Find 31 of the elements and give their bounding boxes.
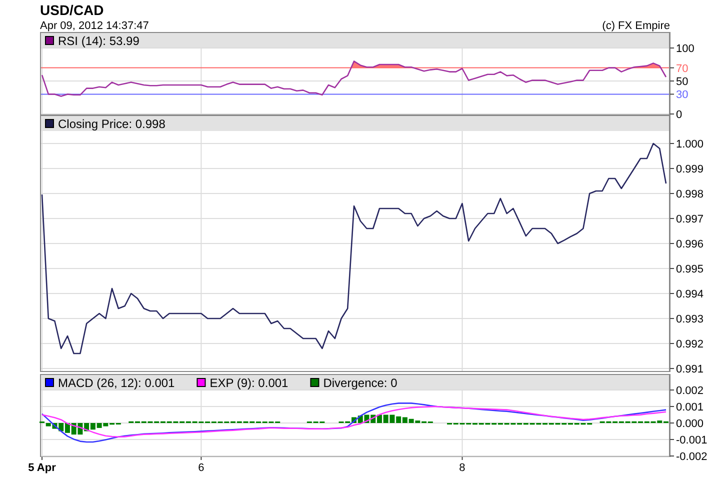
legend-label: Closing Price: 0.998 bbox=[58, 117, 166, 131]
chart-title: USD/CAD bbox=[40, 2, 104, 18]
axis-label: 100 bbox=[676, 43, 694, 55]
axis-label: 0.991 bbox=[676, 364, 704, 376]
axis-label: 0.995 bbox=[676, 264, 704, 276]
axis-label: -0.002 bbox=[676, 451, 708, 463]
axis-label: 0.992 bbox=[676, 338, 704, 350]
timestamp: Apr 09, 2012 14:37:47 bbox=[40, 20, 149, 32]
axis-label: 0.002 bbox=[676, 385, 704, 397]
legend-label: MACD (26, 12): 0.001 bbox=[58, 376, 175, 390]
axis-label: 0.000 bbox=[676, 418, 704, 430]
reference-label: 30 bbox=[676, 89, 688, 102]
axis-label: -0.001 bbox=[676, 434, 708, 446]
copyright-text: (c) FX Empire bbox=[602, 20, 670, 32]
legend-label: Divergence: 0 bbox=[323, 376, 398, 390]
axis-label: 0.996 bbox=[676, 238, 704, 250]
reference-label: 70 bbox=[676, 62, 688, 75]
axis-label: 5 Apr bbox=[28, 462, 56, 474]
axis-label: 0.998 bbox=[676, 188, 704, 200]
axis-label: 1.000 bbox=[676, 138, 704, 150]
axis-label: 0.997 bbox=[676, 214, 704, 226]
legend-label: RSI (14): 53.99 bbox=[58, 34, 140, 48]
legend-label: EXP (9): 0.001 bbox=[210, 376, 288, 390]
axis-label: 0.994 bbox=[676, 288, 704, 300]
axis-label: 0.993 bbox=[676, 314, 704, 326]
axis-label: 6 bbox=[198, 462, 204, 474]
axis-label: 50 bbox=[676, 76, 688, 88]
axis-label: 0.001 bbox=[676, 402, 704, 414]
axis-label: 0.999 bbox=[676, 164, 704, 176]
axis-label: 8 bbox=[459, 462, 466, 474]
axis-label: 0 bbox=[676, 109, 682, 121]
